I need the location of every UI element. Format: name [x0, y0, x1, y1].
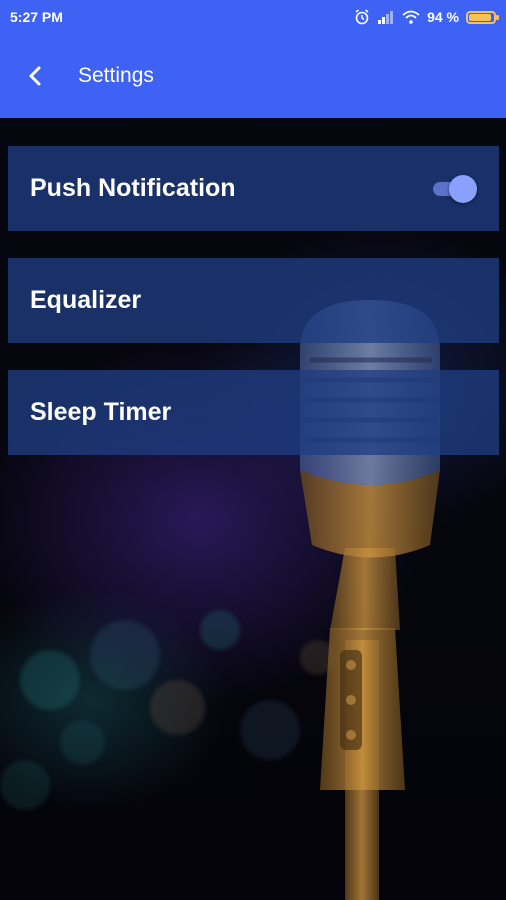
- battery-level: [469, 13, 492, 21]
- alarm-icon: [355, 9, 369, 25]
- wifi-icon: [402, 10, 420, 24]
- battery-percent: 94 %: [427, 9, 459, 25]
- status-icons: 94 %: [354, 9, 499, 25]
- settings-list: Push Notification Equalizer Sleep Timer: [8, 146, 499, 482]
- status-bar: 5:27 PM 94 %: [0, 0, 506, 34]
- setting-sleep-timer[interactable]: Sleep Timer: [8, 370, 499, 455]
- setting-equalizer[interactable]: Equalizer: [8, 258, 499, 343]
- battery-icon: [466, 10, 499, 24]
- status-time: 5:27 PM: [10, 9, 63, 25]
- setting-label: Equalizer: [30, 286, 142, 314]
- toggle-thumb: [449, 174, 477, 203]
- setting-label: Sleep Timer: [30, 398, 172, 426]
- page-title: Settings: [78, 64, 154, 87]
- back-button[interactable]: [0, 34, 70, 118]
- app-bar: Settings: [0, 34, 506, 118]
- signal-icon: [378, 11, 394, 24]
- push-notification-toggle[interactable]: [431, 174, 477, 204]
- setting-label: Push Notification: [30, 174, 236, 202]
- chevron-left-icon: [29, 66, 41, 86]
- setting-push-notification[interactable]: Push Notification: [8, 146, 499, 231]
